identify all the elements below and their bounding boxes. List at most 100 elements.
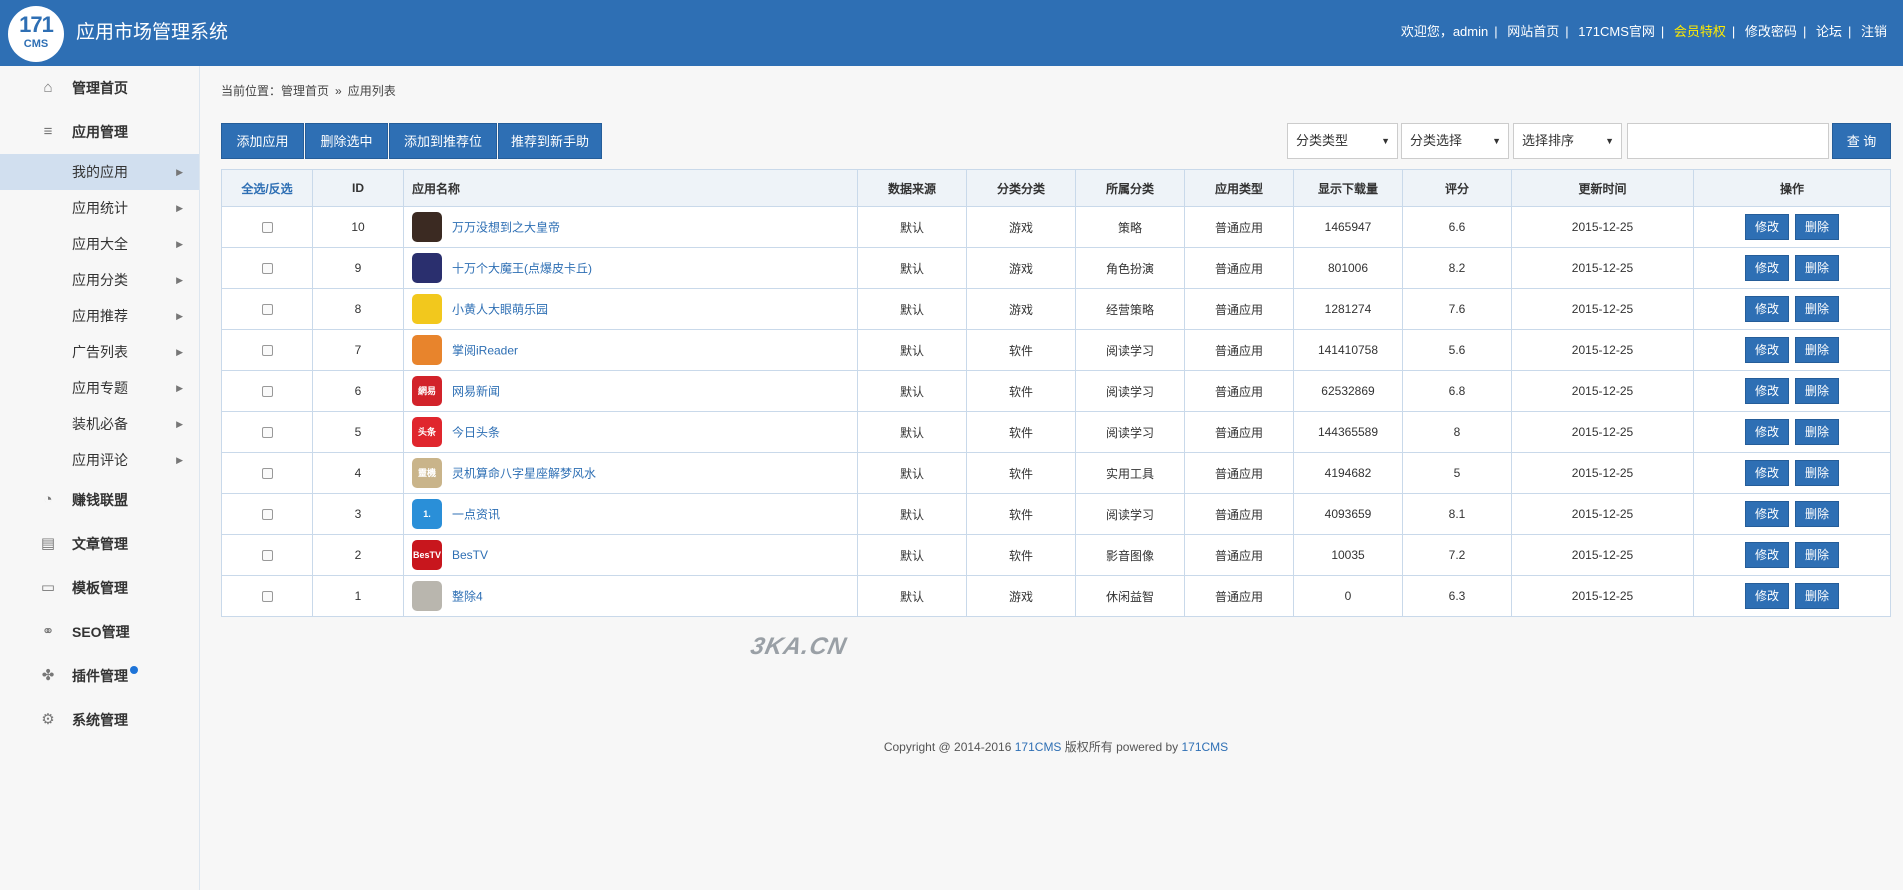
delete-button[interactable]: 删除 — [1795, 460, 1839, 486]
nav-seo[interactable]: ⚭ SEO管理 — [0, 610, 199, 654]
nav-app-stats[interactable]: 应用统计 ▶ — [0, 190, 199, 226]
nav-label: 应用管理 — [72, 124, 128, 140]
row-checkbox[interactable] — [261, 345, 273, 357]
link-site-home[interactable]: 网站首页 — [1507, 24, 1559, 39]
edit-button[interactable]: 修改 — [1745, 214, 1789, 240]
type-cell: 普通应用 — [1184, 206, 1294, 248]
delete-button[interactable]: 删除 — [1795, 337, 1839, 363]
name-cell: 網易 网易新闻 — [403, 370, 858, 412]
logo[interactable]: 171 CMS — [8, 6, 64, 62]
row-checkbox[interactable] — [261, 222, 273, 234]
delete-button[interactable]: 删除 — [1795, 378, 1839, 404]
delete-button[interactable]: 删除 — [1795, 214, 1839, 240]
edit-button[interactable]: 修改 — [1745, 378, 1789, 404]
app-icon — [412, 335, 442, 365]
footer-text: 版权所有 powered by — [1061, 740, 1182, 754]
id-cell: 1 — [312, 575, 404, 617]
nav-app-categories[interactable]: 应用分类 ▶ — [0, 262, 199, 298]
recommend-newbie-button[interactable]: 推荐到新手助 — [498, 123, 602, 159]
nav-label: 广告列表 — [72, 344, 128, 360]
divider: | — [1660, 24, 1665, 39]
edit-button[interactable]: 修改 — [1745, 337, 1789, 363]
delete-button[interactable]: 删除 — [1795, 255, 1839, 281]
link-icon: ⚭ — [41, 623, 55, 640]
add-app-button[interactable]: 添加应用 — [221, 123, 304, 159]
app-name-link[interactable]: 十万个大魔王(点爆皮卡丘) — [452, 262, 592, 276]
nav-templates[interactable]: ▭ 模板管理 — [0, 566, 199, 610]
add-to-recommend-button[interactable]: 添加到推荐位 — [389, 123, 497, 159]
edit-button[interactable]: 修改 — [1745, 501, 1789, 527]
row-checkbox[interactable] — [261, 550, 273, 562]
link-official-site[interactable]: 171CMS官网 — [1578, 24, 1655, 39]
delete-button[interactable]: 删除 — [1795, 419, 1839, 445]
app-name-link[interactable]: 今日头条 — [452, 426, 500, 440]
nav-app-reviews[interactable]: 应用评论 ▶ — [0, 442, 199, 478]
link-forum[interactable]: 论坛 — [1816, 24, 1842, 39]
chevron-right-icon: ▶ — [176, 275, 183, 285]
divider: | — [1802, 24, 1807, 39]
date-cell: 2015-12-25 — [1511, 493, 1694, 535]
search-input[interactable] — [1627, 123, 1829, 159]
app-name-link[interactable]: 万万没想到之大皇帝 — [452, 221, 560, 235]
nav-app-recommend[interactable]: 应用推荐 ▶ — [0, 298, 199, 334]
date-cell: 2015-12-25 — [1511, 411, 1694, 453]
edit-button[interactable]: 修改 — [1745, 460, 1789, 486]
breadcrumb-home[interactable]: 管理首页 — [281, 84, 329, 98]
delete-button[interactable]: 删除 — [1795, 583, 1839, 609]
nav-articles[interactable]: ▤ 文章管理 — [0, 522, 199, 566]
app-name-link[interactable]: BesTV — [452, 548, 488, 562]
app-name-link[interactable]: 网易新闻 — [452, 385, 500, 399]
category-select[interactable]: 分类选择 ▼ — [1401, 123, 1509, 159]
footer-link[interactable]: 171CMS — [1015, 740, 1062, 754]
name-cell: 1. 一点资讯 — [403, 493, 858, 535]
app-name-link[interactable]: 掌阅iReader — [452, 344, 518, 358]
checkbox-cell — [221, 411, 313, 453]
delete-button[interactable]: 删除 — [1795, 501, 1839, 527]
row-checkbox[interactable] — [261, 591, 273, 603]
row-checkbox[interactable] — [261, 386, 273, 398]
delete-button[interactable]: 删除 — [1795, 296, 1839, 322]
nav-plugins[interactable]: ✤ 插件管理 — [0, 654, 199, 698]
edit-button[interactable]: 修改 — [1745, 255, 1789, 281]
actions-cell: 修改 删除 — [1693, 452, 1891, 494]
footer-link[interactable]: 171CMS — [1181, 740, 1228, 754]
edit-button[interactable]: 修改 — [1745, 542, 1789, 568]
sort-select[interactable]: 选择排序 ▼ — [1513, 123, 1622, 159]
edit-button[interactable]: 修改 — [1745, 419, 1789, 445]
search-button[interactable]: 查 询 — [1832, 123, 1891, 159]
nav-home[interactable]: ⌂ 管理首页 — [0, 66, 199, 110]
actions-cell: 修改 删除 — [1693, 370, 1891, 412]
row-checkbox[interactable] — [261, 509, 273, 521]
row-checkbox[interactable] — [261, 468, 273, 480]
nav-my-apps[interactable]: 我的应用 ▶ — [0, 154, 199, 190]
row-checkbox[interactable] — [261, 304, 273, 316]
edit-button[interactable]: 修改 — [1745, 296, 1789, 322]
edit-button[interactable]: 修改 — [1745, 583, 1789, 609]
nav-app-management[interactable]: ≡ 应用管理 — [0, 110, 199, 154]
nav-system[interactable]: ⚙ 系统管理 — [0, 698, 199, 742]
app-name-link[interactable]: 一点资讯 — [452, 508, 500, 522]
name-cell: 靈機 灵机算命八字星座解梦风水 — [403, 452, 858, 494]
app-icon: 網易 — [412, 376, 442, 406]
nav-money-alliance[interactable]: ◔ 赚钱联盟 — [0, 478, 199, 522]
nav-ad-list[interactable]: 广告列表 ▶ — [0, 334, 199, 370]
nav-must-have[interactable]: 装机必备 ▶ — [0, 406, 199, 442]
app-name-link[interactable]: 小黄人大眼萌乐园 — [452, 303, 548, 317]
caret-down-icon: ▼ — [1492, 136, 1501, 146]
nav-app-topics[interactable]: 应用专题 ▶ — [0, 370, 199, 406]
link-change-password[interactable]: 修改密码 — [1745, 24, 1797, 39]
delete-selected-button[interactable]: 删除选中 — [305, 123, 388, 159]
row-checkbox[interactable] — [261, 263, 273, 275]
row-checkbox[interactable] — [261, 427, 273, 439]
nav-all-apps[interactable]: 应用大全 ▶ — [0, 226, 199, 262]
select-all-header[interactable]: 全选/反选 — [221, 169, 313, 207]
app-name-link[interactable]: 整除4 — [452, 590, 483, 604]
delete-button[interactable]: 删除 — [1795, 542, 1839, 568]
link-vip[interactable]: 会员特权 — [1674, 24, 1726, 39]
nav-label: 应用评论 — [72, 452, 128, 468]
link-logout[interactable]: 注销 — [1861, 24, 1887, 39]
table-row: 8 小黄人大眼萌乐园 默认 游戏 经营策略 普通应用 1281274 7.6 2015-12-2… — [221, 288, 1891, 330]
category-type-select[interactable]: 分类类型 ▼ — [1287, 123, 1398, 159]
app-name-link[interactable]: 灵机算命八字星座解梦风水 — [452, 467, 596, 481]
checkbox-cell — [221, 288, 313, 330]
